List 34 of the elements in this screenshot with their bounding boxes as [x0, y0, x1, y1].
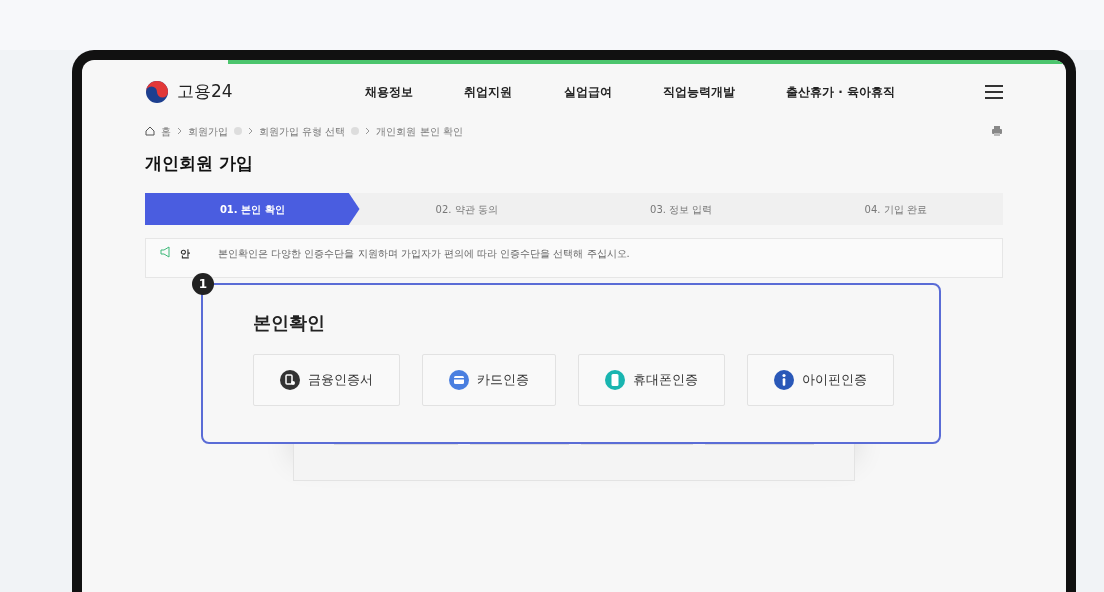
step-tab[interactable]: 03. 정보 입력: [574, 193, 789, 225]
certificate-icon: [280, 370, 300, 390]
page-title: 개인회원 가입: [145, 152, 254, 175]
menu-icon[interactable]: [985, 85, 1003, 99]
home-icon: [145, 126, 155, 136]
logo-text: 고용24: [177, 80, 233, 104]
info-icon: [774, 370, 794, 390]
breadcrumb-link[interactable]: 홈: [161, 123, 171, 139]
auth-method-button[interactable]: 금융인증서: [253, 354, 400, 406]
nav-link[interactable]: 직업능력개발: [662, 83, 735, 101]
notice-text: 본인확인은 다양한 인증수단을 지원하며 가입자가 편의에 따라 인증수단을 선택해 주십시오.: [218, 247, 630, 261]
megaphone-icon: [160, 246, 172, 258]
breadcrumb-link[interactable]: 회원가입: [188, 123, 228, 139]
logo-icon: [145, 80, 169, 104]
nav-link[interactable]: 출산휴가 · 육아휴직: [786, 83, 895, 101]
auth-method-button[interactable]: 휴대폰인증: [578, 354, 725, 406]
nav-link[interactable]: 취업지원: [464, 83, 513, 101]
phone-icon: [605, 370, 625, 390]
chevron-icon: [177, 127, 182, 135]
chevron-icon: [248, 127, 253, 135]
notice-label: 안: [180, 247, 190, 261]
step-tab[interactable]: 04. 기입 완료: [788, 193, 1003, 225]
nav-link[interactable]: 실업급여: [563, 83, 612, 101]
step-tab[interactable]: 01. 본인 확인: [145, 193, 360, 225]
callout-title: 본인확인: [253, 311, 326, 335]
auth-method-button[interactable]: 아이핀인증: [747, 354, 894, 406]
breadcrumb-link[interactable]: 회원가입 유형 선택: [259, 123, 346, 139]
breadcrumb-link[interactable]: 개인회원 본인 확인: [376, 123, 463, 139]
nav-link[interactable]: 채용정보: [365, 83, 413, 101]
card-icon: [449, 370, 469, 390]
print-icon[interactable]: [991, 125, 1003, 137]
chevron-icon: [365, 127, 371, 135]
auth-method-button[interactable]: 카드인증: [422, 354, 556, 406]
step-tab[interactable]: 02. 약관 동의: [359, 193, 574, 225]
